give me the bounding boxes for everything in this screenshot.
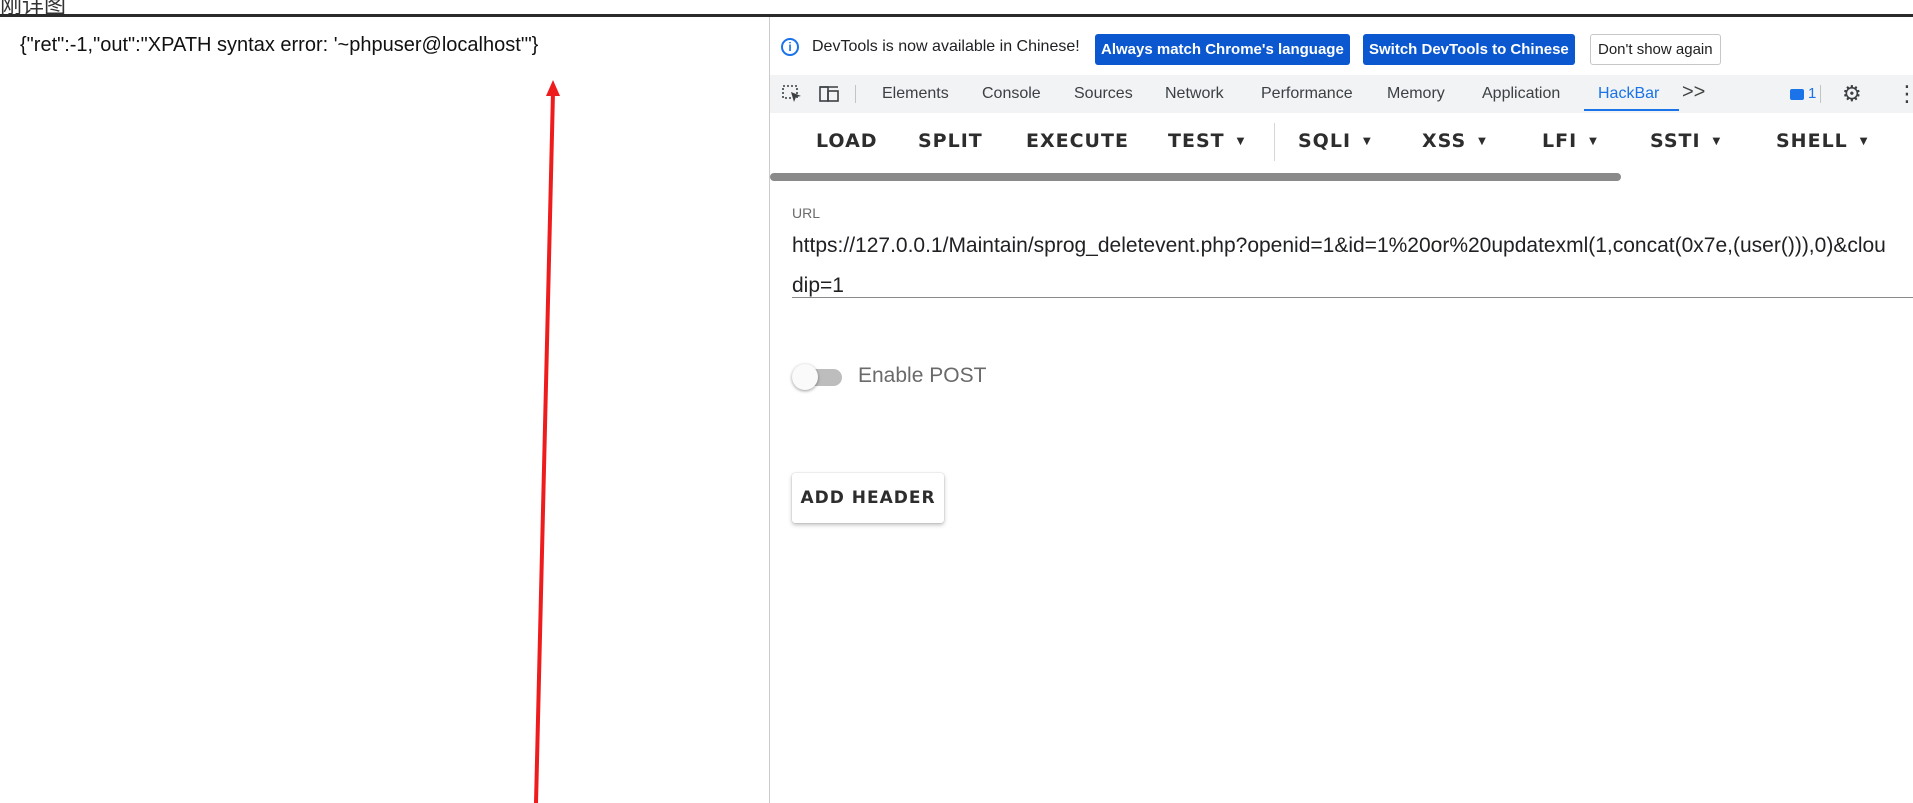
info-icon: i (781, 38, 799, 56)
split-button[interactable]: SPLIT (918, 130, 983, 152)
gear-icon[interactable]: ⚙ (1842, 81, 1862, 107)
caret-down-icon: ▼ (1363, 136, 1372, 147)
test-label: TEST (1168, 130, 1225, 152)
caret-down-icon: ▼ (1236, 136, 1246, 147)
ssti-dropdown[interactable]: SSTI ▼ (1650, 130, 1721, 152)
sqli-label: SQLI (1298, 130, 1352, 152)
dont-show-again-button[interactable]: Don't show again (1590, 34, 1721, 65)
tab-separator-right (1820, 85, 1821, 103)
tab-separator (855, 85, 856, 103)
tab-performance[interactable]: Performance (1261, 85, 1353, 103)
lfi-label: LFI (1542, 130, 1578, 152)
load-button[interactable]: LOAD (816, 130, 878, 152)
enable-post-label: Enable POST (858, 364, 987, 387)
issues-counter[interactable]: 1 (1790, 85, 1816, 102)
test-dropdown[interactable]: TEST ▼ (1168, 130, 1245, 152)
tab-memory[interactable]: Memory (1387, 85, 1445, 103)
sqli-dropdown[interactable]: SQLI ▼ (1298, 130, 1372, 152)
issues-icon (1790, 88, 1804, 100)
switch-to-chinese-button[interactable]: Switch DevTools to Chinese (1363, 34, 1575, 65)
tab-application[interactable]: Application (1482, 85, 1560, 103)
language-info-bar: i DevTools is now available in Chinese! … (770, 17, 1913, 76)
caret-down-icon: ▼ (1712, 136, 1722, 147)
shell-label: SHELL (1776, 130, 1848, 152)
toolbar-separator (1274, 123, 1275, 161)
more-tabs-chevron-icon[interactable]: >> (1682, 81, 1705, 104)
always-match-language-button[interactable]: Always match Chrome's language (1095, 34, 1350, 65)
info-message: DevTools is now available in Chinese! (812, 38, 1080, 55)
device-toolbar-icon[interactable] (818, 85, 840, 103)
execute-button[interactable]: EXECUTE (1026, 130, 1129, 152)
caret-down-icon: ▼ (1478, 136, 1487, 147)
tab-elements[interactable]: Elements (882, 85, 949, 103)
tab-network[interactable]: Network (1165, 85, 1224, 103)
shell-dropdown[interactable]: SHELL ▼ (1776, 130, 1868, 152)
url-input-underline (792, 297, 1913, 298)
caret-down-icon: ▼ (1589, 136, 1598, 147)
add-header-button[interactable]: ADD HEADER (792, 473, 944, 523)
hackbar-toolbar: LOAD SPLIT EXECUTE TEST ▼ SQLI ▼ XSS ▼ LFI ▼… (770, 113, 1913, 168)
horizontal-scrollbar[interactable] (770, 173, 1621, 181)
tab-console[interactable]: Console (982, 85, 1041, 103)
annotation-arrow (534, 80, 560, 803)
lfi-dropdown[interactable]: LFI ▼ (1542, 130, 1598, 152)
arrow-shaft (534, 91, 555, 803)
ssti-label: SSTI (1650, 130, 1701, 152)
devtools-panel: i DevTools is now available in Chinese! … (769, 17, 1913, 803)
arrow-head (546, 80, 560, 96)
enable-post-toggle[interactable] (792, 362, 848, 392)
issues-count: 1 (1808, 85, 1817, 102)
toggle-knob (792, 364, 818, 390)
inspect-element-icon[interactable] (782, 85, 804, 103)
tab-sources[interactable]: Sources (1074, 85, 1133, 103)
xss-dropdown[interactable]: XSS ▼ (1422, 130, 1487, 152)
tab-hackbar[interactable]: HackBar (1598, 85, 1659, 103)
url-label: URL (792, 205, 821, 221)
xss-label: XSS (1422, 130, 1467, 152)
caret-down-icon: ▼ (1859, 136, 1869, 147)
url-input[interactable]: https://127.0.0.1/Maintain/sprog_deletev… (792, 226, 1892, 306)
active-tab-indicator (1584, 109, 1679, 111)
devtools-tab-bar: Elements Console Sources Network Perform… (770, 75, 1913, 114)
kebab-menu-icon[interactable]: ⋮ (1896, 81, 1913, 107)
